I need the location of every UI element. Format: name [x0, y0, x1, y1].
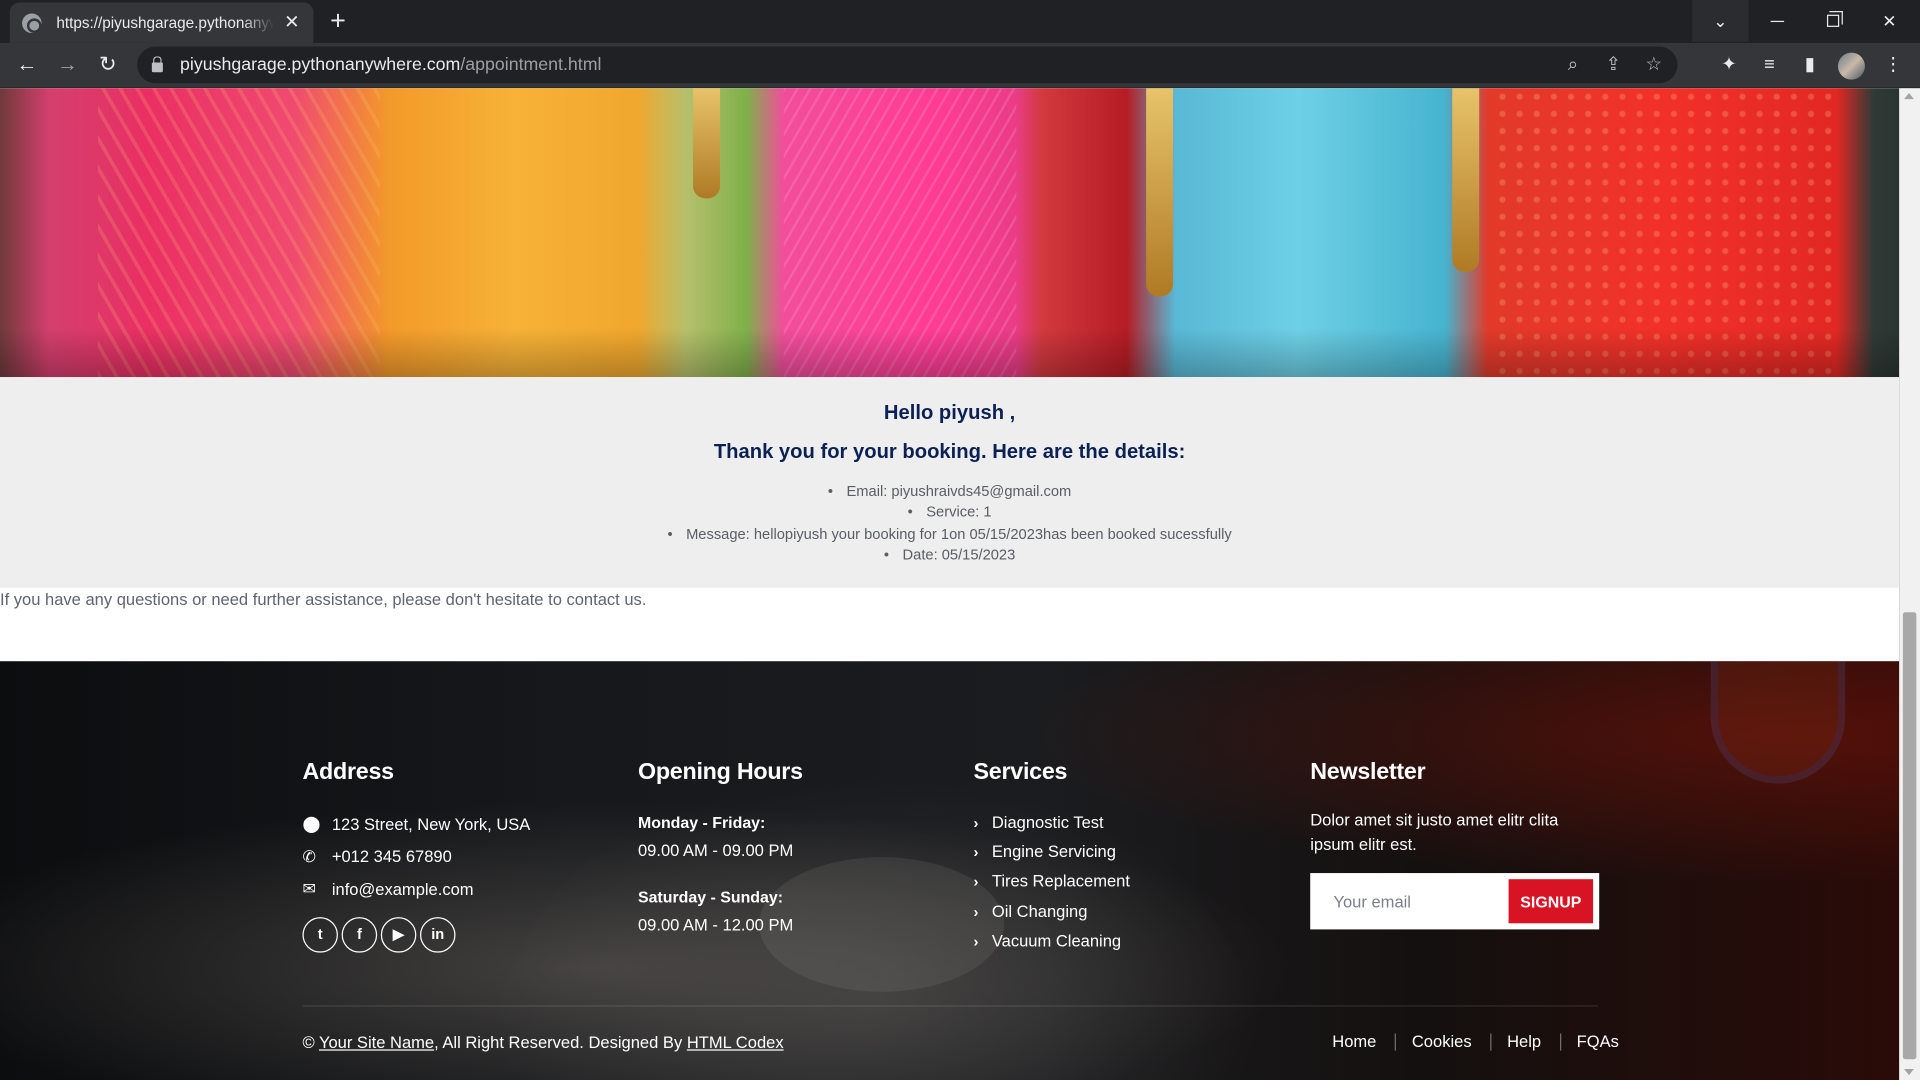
- services-heading: Services: [973, 759, 1068, 785]
- site-name-link[interactable]: Your Site Name: [319, 1033, 434, 1051]
- detail-date: Date: 05/15/2023: [0, 545, 1899, 566]
- email-input[interactable]: [1310, 873, 1507, 930]
- back-button[interactable]: ←: [10, 48, 44, 82]
- service-link[interactable]: › Vacuum Cleaning: [973, 927, 1129, 957]
- share-icon[interactable]: ⇪: [1602, 53, 1625, 77]
- detail-email: Email: piyushraivds45@gmail.com: [0, 481, 1899, 502]
- close-window-button[interactable]: ✕: [1861, 0, 1917, 42]
- detail-message: Message: hellopiyush your booking for 1o…: [0, 524, 1899, 545]
- reload-button[interactable]: ↻: [91, 48, 125, 82]
- footer-link-cookies[interactable]: Cookies: [1412, 1032, 1472, 1050]
- globe-icon: [22, 12, 42, 33]
- page-viewport: Hello piyush , Thank you for your bookin…: [0, 88, 1900, 1080]
- detail-service: Service: 1: [0, 502, 1899, 523]
- tab-title: https://piyushgarage.pythonanywhere.com/…: [56, 14, 274, 32]
- page-scrollbar[interactable]: [1899, 88, 1920, 1080]
- tab-bar: https://piyushgarage.pythonanywhere.com/…: [0, 0, 1920, 43]
- greeting-heading: Hello piyush ,: [883, 401, 1016, 424]
- address-phone: +012 345 67890: [331, 847, 452, 867]
- details-list: Email: piyushraivds45@gmail.com Service:…: [0, 481, 1899, 566]
- address-email: info@example.com: [331, 880, 474, 899]
- address-bar[interactable]: piyushgarage.pythonanywhere.com/appointm…: [137, 46, 1678, 84]
- weekday-time: 09.00 AM - 09.00 PM: [637, 841, 794, 860]
- menu-icon[interactable]: ⋮: [1881, 53, 1905, 80]
- footer-services: Services › Diagnostic Test › Engine Servic…: [973, 759, 1129, 956]
- weekend-label: Saturday - Sunday:: [637, 887, 784, 907]
- chevron-down-icon[interactable]: ⌄: [1692, 0, 1749, 42]
- close-icon[interactable]: ✕: [284, 13, 299, 31]
- browser-toolbar: ← → ↻ piyushgarage.pythonanywhere.com/ap…: [0, 42, 1920, 89]
- envelope-icon: ✉: [302, 879, 316, 898]
- new-tab-button[interactable]: +: [321, 4, 355, 38]
- forward-button[interactable]: →: [50, 48, 84, 82]
- footer-link-faqs[interactable]: FQAs: [1577, 1032, 1619, 1050]
- url-path: /appointment.html: [460, 55, 602, 75]
- help-text: If you have any questions or need furthe…: [0, 590, 647, 609]
- service-link[interactable]: › Oil Changing: [973, 897, 1129, 927]
- thanks-heading: Thank you for your booking. Here are the…: [713, 440, 1186, 463]
- browser-tab[interactable]: https://piyushgarage.pythonanywhere.com/…: [9, 2, 314, 43]
- zoom-icon[interactable]: ⌕: [1561, 53, 1584, 77]
- signup-button[interactable]: SIGNUP: [1508, 879, 1594, 924]
- profile-avatar[interactable]: [1837, 52, 1865, 80]
- designer-link[interactable]: HTML Codex: [687, 1033, 784, 1051]
- star-icon[interactable]: ☆: [1642, 53, 1665, 77]
- minimize-button[interactable]: [1749, 0, 1805, 42]
- scrollbar-thumb[interactable]: [1902, 612, 1917, 1060]
- chevron-right-icon: ›: [973, 932, 979, 950]
- chevron-right-icon: ›: [973, 873, 979, 891]
- weekend-time: 09.00 AM - 12.00 PM: [637, 915, 794, 935]
- newsletter-form: SIGNUP: [1310, 873, 1600, 930]
- media-icon[interactable]: ≡: [1757, 53, 1781, 80]
- address-heading: Address: [302, 759, 394, 785]
- hero-image: [0, 88, 1900, 378]
- footer: Address ⬤ 123 Street, New York, USA ✆ +012…: [0, 661, 1900, 1080]
- scroll-up-arrow[interactable]: [1904, 93, 1914, 100]
- scroll-down-arrow[interactable]: [1904, 1068, 1914, 1076]
- weekday-label: Monday - Friday:: [637, 813, 766, 832]
- map-marker-icon: ⬤: [302, 814, 321, 833]
- copyright: © Your Site Name, All Right Reserved. De…: [302, 1033, 784, 1052]
- footer-link-home[interactable]: Home: [1332, 1032, 1376, 1050]
- url-host: piyushgarage.pythonanywhere.com: [180, 55, 461, 75]
- facebook-icon[interactable]: f: [341, 916, 378, 953]
- chevron-right-icon: ›: [973, 814, 979, 832]
- twitter-icon[interactable]: t: [302, 916, 338, 953]
- chevron-right-icon: ›: [973, 903, 979, 921]
- lock-icon[interactable]: [151, 56, 163, 73]
- address-street: 123 Street, New York, USA: [331, 815, 531, 834]
- side-panel-icon[interactable]: ▮: [1798, 53, 1822, 80]
- youtube-icon[interactable]: ▶: [380, 916, 417, 953]
- restore-button[interactable]: [1805, 0, 1861, 42]
- hours-heading: Opening Hours: [637, 759, 803, 785]
- newsletter-heading: Newsletter: [1310, 759, 1426, 785]
- service-link[interactable]: › Tires Replacement: [973, 867, 1129, 897]
- extensions-icon[interactable]: ✦: [1717, 53, 1741, 80]
- booking-details: Hello piyush , Thank you for your bookin…: [0, 377, 1900, 588]
- service-link[interactable]: › Engine Servicing: [973, 838, 1129, 868]
- footer-link-help[interactable]: Help: [1507, 1032, 1541, 1050]
- phone-icon: ✆: [302, 847, 316, 866]
- newsletter-text: Dolor amet sit justo amet elitr clita ip…: [1310, 810, 1559, 854]
- footer-hours: Opening Hours Monday - Friday: 09.00 AM …: [638, 759, 803, 957]
- service-link[interactable]: › Diagnostic Test: [973, 808, 1129, 838]
- chevron-right-icon: ›: [973, 843, 979, 862]
- footer-links: Home Cookies Help FQAs: [1332, 1032, 1619, 1050]
- footer-divider: [302, 1005, 1598, 1007]
- linkedin-icon[interactable]: in: [420, 916, 456, 953]
- browser-window: https://piyushgarage.pythonanywhere.com/…: [0, 0, 1920, 1080]
- footer-address: Address ⬤ 123 Street, New York, USA ✆ +012…: [302, 759, 531, 953]
- footer-newsletter: Newsletter Dolor amet sit justo amet eli…: [1310, 759, 1600, 930]
